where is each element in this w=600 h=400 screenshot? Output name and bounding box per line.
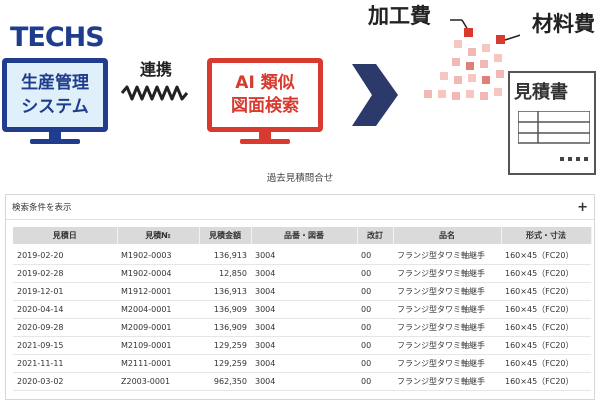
column-header-quote-no[interactable]: 見積№	[117, 227, 200, 244]
cell-product-name: フランジ型タワミ軸継手	[393, 264, 501, 283]
cell-date: 2021-11-11	[13, 354, 117, 373]
cell-part-no: 3004	[251, 247, 357, 265]
column-header-part-no[interactable]: 品番・図番	[251, 227, 358, 244]
results-panel: 検索条件を表示 + 見積日 見積№ 見積金額 品番・図番 改訂 品名 形式・寸法…	[5, 194, 595, 400]
cell-part-no: 3004	[251, 372, 357, 391]
link-label: 連携	[140, 60, 173, 79]
cell-quote-no: M1902-0003	[117, 247, 199, 265]
cell-date: 2020-09-28	[13, 318, 117, 337]
cell-date: 2019-02-28	[13, 264, 117, 283]
table-row[interactable]: 2019-12-01 M1912-0001 136,913 3004 00 フランジ型タワ…	[13, 282, 591, 301]
cell-revision: 00	[357, 336, 393, 355]
cell-date: 2020-04-14	[13, 300, 117, 319]
cell-quote-no: M2009-0001	[117, 318, 199, 337]
cell-date: 2019-02-20	[13, 247, 117, 265]
cell-quote-no: Z2003-0001	[117, 372, 199, 391]
cell-part-no: 3004	[251, 282, 357, 301]
table-row[interactable]: 2020-03-02 Z2003-0001 962,350 3004 00 フランジ型タワ…	[13, 372, 591, 391]
cell-spec: 160×45（FC20）	[501, 300, 591, 319]
cost-pixels-icon	[424, 19, 520, 100]
cell-spec: 160×45（FC20）	[501, 318, 591, 337]
document-lines-icon	[518, 111, 590, 161]
cell-quote-no: M2109-0001	[117, 336, 199, 355]
cell-part-no: 3004	[251, 354, 357, 373]
cell-amount: 129,259	[199, 336, 251, 355]
quotation-table: 見積日 見積№ 見積金額 品番・図番 改訂 品名 形式・寸法 2019-02-2…	[13, 227, 592, 391]
monitor-base-icon	[240, 139, 290, 144]
cell-product-name: フランジ型タワミ軸継手	[393, 282, 501, 301]
ai-search-monitor: AI 類似 図面検索	[207, 58, 323, 144]
cell-date: 2021-09-15	[13, 336, 117, 355]
ai-search-line1: AI 類似	[235, 73, 295, 93]
cell-amount: 12,850	[199, 264, 251, 283]
cell-quote-no: M2111-0001	[117, 354, 199, 373]
zigzag-connector-icon	[120, 85, 189, 101]
column-header-date[interactable]: 見積日	[13, 227, 118, 244]
cell-date: 2019-12-01	[13, 282, 117, 301]
cell-amount: 136,913	[199, 247, 251, 265]
cell-quote-no: M1912-0001	[117, 282, 199, 301]
cell-product-name: フランジ型タワミ軸継手	[393, 247, 501, 265]
cell-revision: 00	[357, 372, 393, 391]
cell-revision: 00	[357, 282, 393, 301]
cell-date: 2020-03-02	[13, 372, 117, 391]
cell-product-name: フランジ型タワミ軸継手	[393, 336, 501, 355]
cell-spec: 160×45（FC20）	[501, 354, 591, 373]
cell-product-name: フランジ型タワミ軸継手	[393, 318, 501, 337]
table-row[interactable]: 2020-09-28 M2009-0001 136,909 3004 00 フランジ型タワ…	[13, 318, 591, 337]
material-cost-label: 材料費	[532, 12, 595, 36]
table-row[interactable]: 2021-09-15 M2109-0001 129,259 3004 00 フランジ型タワ…	[13, 336, 591, 355]
column-header-spec[interactable]: 形式・寸法	[501, 227, 592, 244]
cell-spec: 160×45（FC20）	[501, 264, 591, 283]
column-header-revision[interactable]: 改訂	[357, 227, 394, 244]
monitor-base-icon	[30, 139, 80, 144]
cell-amount: 136,909	[199, 318, 251, 337]
cell-amount: 136,913	[199, 282, 251, 301]
cell-revision: 00	[357, 264, 393, 283]
production-system-screen: 生産管理 システム	[2, 58, 108, 132]
search-conditions-toggle[interactable]: 検索条件を表示 +	[6, 195, 594, 220]
expand-plus-icon[interactable]: +	[577, 200, 588, 215]
cell-part-no: 3004	[251, 318, 357, 337]
column-header-amount[interactable]: 見積金額	[199, 227, 252, 244]
table-row[interactable]: 2021-11-11 M2111-0001 129,259 3004 00 フランジ型タワ…	[13, 354, 591, 373]
cell-spec: 160×45（FC20）	[501, 372, 591, 391]
cell-amount: 129,259	[199, 354, 251, 373]
table-row[interactable]: 2020-04-14 M2004-0001 136,909 3004 00 フランジ型タワ…	[13, 300, 591, 319]
production-system-monitor: 生産管理 システム	[2, 58, 108, 144]
cell-spec: 160×45（FC20）	[501, 336, 591, 355]
production-system-line1: 生産管理	[21, 73, 89, 93]
cell-product-name: フランジ型タワミ軸継手	[393, 354, 501, 373]
column-header-product-name[interactable]: 品名	[393, 227, 502, 244]
quotation-document: 見積書	[508, 71, 596, 175]
cell-revision: 00	[357, 300, 393, 319]
cell-amount: 136,909	[199, 300, 251, 319]
table-row[interactable]: 2019-02-28 M1902-0004 12,850 3004 00 フランジ型タワミ…	[13, 264, 591, 283]
production-system-line2: システム	[21, 97, 89, 117]
cell-product-name: フランジ型タワミ軸継手	[393, 300, 501, 319]
cell-spec: 160×45（FC20）	[501, 247, 591, 265]
cell-revision: 00	[357, 247, 393, 265]
cell-quote-no: M1902-0004	[117, 264, 199, 283]
search-conditions-label: 検索条件を表示	[12, 203, 72, 213]
cell-amount: 962,350	[199, 372, 251, 391]
cell-spec: 160×45（FC20）	[501, 282, 591, 301]
cell-part-no: 3004	[251, 336, 357, 355]
cell-part-no: 3004	[251, 300, 357, 319]
cell-product-name: フランジ型タワミ軸継手	[393, 372, 501, 391]
cell-quote-no: M2004-0001	[117, 300, 199, 319]
cell-part-no: 3004	[251, 264, 357, 283]
table-header-row: 見積日 見積№ 見積金額 品番・図番 改訂 品名 形式・寸法	[13, 227, 592, 244]
quotation-title: 見積書	[514, 82, 568, 103]
past-quotation-caption: 過去見積問合せ	[266, 173, 334, 184]
cell-revision: 00	[357, 318, 393, 337]
ai-search-line2: 図面検索	[231, 96, 299, 116]
right-arrow-icon	[352, 64, 398, 126]
ai-search-screen: AI 類似 図面検索	[207, 58, 323, 132]
table-row[interactable]: 2019-02-20 M1902-0003 136,913 3004 00 フランジ型タワ…	[13, 247, 591, 265]
techs-logo: TECHS	[10, 22, 105, 53]
cell-revision: 00	[357, 354, 393, 373]
